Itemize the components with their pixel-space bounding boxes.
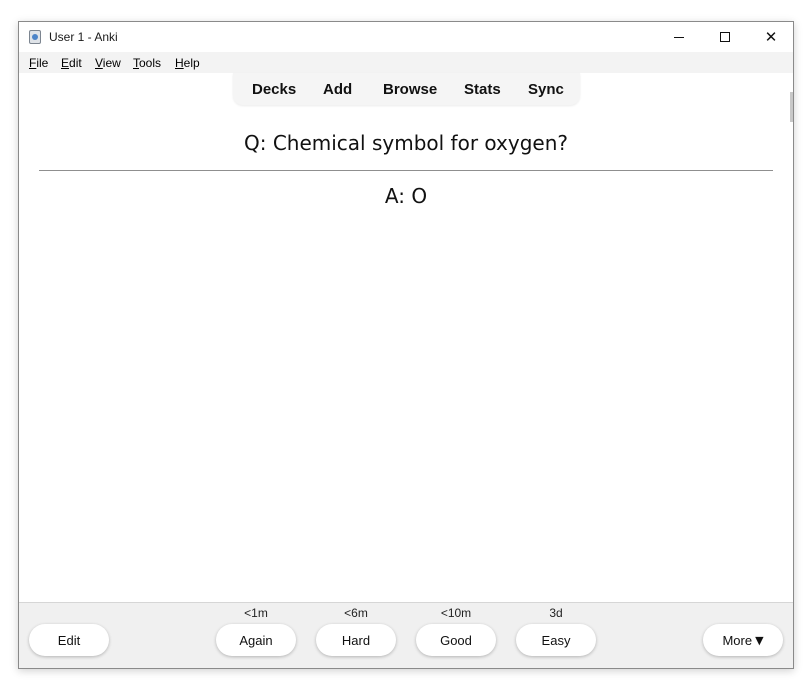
card-answer: A: O: [384, 184, 428, 208]
window-title: User 1 - Anki: [49, 30, 118, 44]
hard-button[interactable]: Hard: [316, 624, 396, 656]
hard-interval: <6m: [344, 606, 368, 620]
maximize-button[interactable]: [702, 22, 748, 52]
review-bottom-bar: Edit <1m Again <6m Hard <10m Good 3d Eas…: [19, 602, 793, 668]
toolbar-stats-button[interactable]: Stats: [464, 81, 501, 98]
close-icon: ✕: [764, 28, 778, 46]
minimize-icon: [674, 36, 684, 38]
easy-button[interactable]: Easy: [516, 624, 596, 656]
close-button[interactable]: ✕: [748, 22, 793, 52]
good-interval: <10m: [440, 606, 472, 620]
dropdown-arrow-icon: ▼: [755, 633, 764, 647]
menu-file[interactable]: File: [29, 56, 48, 70]
good-button[interactable]: Good: [416, 624, 496, 656]
answer-divider: [39, 170, 773, 171]
toolbar-browse-button[interactable]: Browse: [383, 81, 437, 98]
maximize-icon: [720, 32, 730, 42]
main-toolbar: Decks Add Browse Stats Sync: [233, 73, 580, 105]
menu-bar: File Edit View Tools Help: [19, 52, 793, 73]
title-bar[interactable]: User 1 - Anki ✕: [19, 22, 793, 52]
menu-view[interactable]: View: [95, 56, 121, 70]
toolbar-sync-button[interactable]: Sync: [528, 81, 564, 98]
anki-main-window: User 1 - Anki ✕ File Edit View Tools Hel…: [18, 21, 794, 669]
toolbar-add-button[interactable]: Add: [323, 81, 352, 98]
edit-button[interactable]: Edit: [29, 624, 109, 656]
more-button[interactable]: More ▼: [703, 624, 783, 656]
again-button[interactable]: Again: [216, 624, 296, 656]
anki-app-icon: [29, 30, 41, 44]
scrollbar[interactable]: [790, 92, 793, 122]
menu-tools[interactable]: Tools: [133, 56, 161, 70]
card-question: Q: Chemical symbol for oxygen?: [243, 131, 568, 155]
menu-edit[interactable]: Edit: [61, 56, 82, 70]
menu-help[interactable]: Help: [175, 56, 200, 70]
again-interval: <1m: [244, 606, 268, 620]
more-label: More: [722, 632, 753, 648]
toolbar-decks-button[interactable]: Decks: [252, 81, 296, 98]
minimize-button[interactable]: [656, 22, 702, 52]
easy-interval: 3d: [549, 606, 563, 620]
